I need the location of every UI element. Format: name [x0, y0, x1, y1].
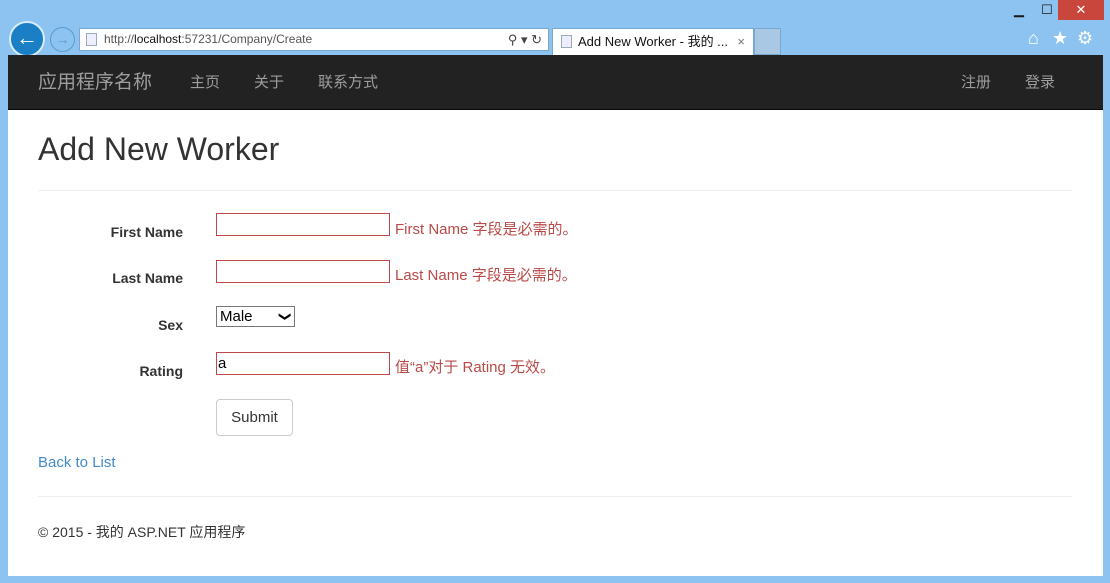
- divider: [38, 190, 1072, 191]
- browser-tab[interactable]: Add New Worker - 我的 ... ×: [552, 28, 754, 55]
- rating-error: 值“a”对于 Rating 无效。: [395, 359, 556, 376]
- page-title: Add New Worker: [38, 131, 280, 167]
- url-prefix: http://: [104, 32, 135, 46]
- new-tab-button[interactable]: [754, 28, 781, 55]
- page-icon: [86, 33, 97, 46]
- first-name-input[interactable]: [216, 213, 390, 236]
- url-host: localhost: [134, 32, 182, 46]
- nav-home[interactable]: 主页: [190, 55, 220, 110]
- first-name-label: First Name: [110, 224, 183, 240]
- chevron-down-icon: ❯: [278, 311, 293, 322]
- last-name-error: Last Name 字段是必需的。: [395, 267, 577, 284]
- nav-contact[interactable]: 联系方式: [318, 55, 378, 110]
- address-bar[interactable]: http://localhost:57231/Company/Create ⚲ ▾…: [79, 28, 549, 51]
- last-name-label: Last Name: [112, 270, 183, 286]
- nav-register[interactable]: 注册: [961, 55, 991, 110]
- url-path: :57231/Company/Create: [181, 32, 313, 46]
- last-name-input[interactable]: [216, 260, 390, 283]
- minimize-button[interactable]: ▁: [1006, 0, 1032, 20]
- navbar: 应用程序名称 主页 关于 联系方式 注册 登录: [8, 55, 1103, 110]
- first-name-error: First Name 字段是必需的。: [395, 221, 578, 238]
- rating-input[interactable]: a: [216, 352, 390, 375]
- submit-button[interactable]: Submit: [216, 399, 293, 436]
- close-window-button[interactable]: ✕: [1058, 0, 1104, 20]
- rating-label: Rating: [139, 363, 183, 379]
- star-icon[interactable]: ★: [1052, 28, 1068, 49]
- gear-icon[interactable]: ⚙: [1077, 28, 1093, 49]
- maximize-button[interactable]: ☐: [1034, 0, 1060, 20]
- nav-login[interactable]: 登录: [1025, 55, 1055, 110]
- search-refresh-icons[interactable]: ⚲ ▾ ↻: [508, 29, 542, 50]
- home-icon[interactable]: ⌂: [1028, 28, 1039, 49]
- tab-close-icon[interactable]: ×: [737, 29, 745, 55]
- tab-title: Add New Worker - 我的 ...: [578, 34, 729, 49]
- sex-value: Male: [220, 308, 253, 325]
- back-button[interactable]: ←: [9, 21, 45, 57]
- footer-text: © 2015 - 我的 ASP.NET 应用程序: [38, 524, 246, 540]
- nav-about[interactable]: 关于: [254, 55, 284, 110]
- page-content: 应用程序名称 主页 关于 联系方式 注册 登录 Add New Worker F…: [8, 55, 1103, 576]
- page-icon: [561, 35, 572, 48]
- brand-link[interactable]: 应用程序名称: [38, 55, 152, 110]
- forward-button[interactable]: →: [50, 27, 75, 52]
- sex-label: Sex: [158, 317, 183, 333]
- divider: [38, 496, 1072, 497]
- sex-select[interactable]: Male ❯: [216, 306, 295, 327]
- back-to-list-link[interactable]: Back to List: [38, 454, 116, 471]
